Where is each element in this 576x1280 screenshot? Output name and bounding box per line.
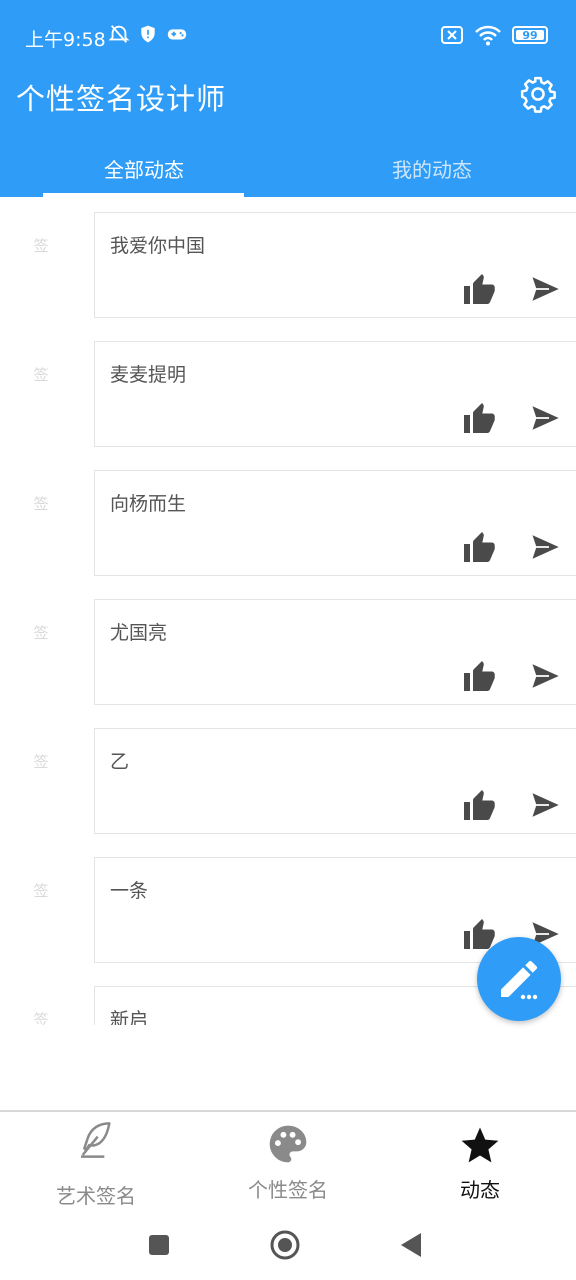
- status-bar: 上午9:58 99: [0, 0, 576, 72]
- tab-bar: 全部动态 我的动态: [0, 138, 576, 197]
- status-icons-left: [108, 23, 188, 45]
- sim-off-icon: [441, 26, 463, 44]
- palette-icon: [269, 1125, 307, 1163]
- feed-item[interactable]: 签 一条: [0, 842, 576, 963]
- send-icon[interactable]: [527, 658, 565, 694]
- recent-apps-icon[interactable]: [148, 1234, 170, 1256]
- nav-personal-signature[interactable]: 个性签名: [192, 1112, 384, 1212]
- avatar: 签: [33, 1011, 49, 1025]
- gear-icon: [520, 76, 556, 113]
- battery-icon: 99: [512, 26, 548, 44]
- wifi-icon: [475, 25, 501, 46]
- post-text: 乙: [110, 751, 130, 773]
- feed-list[interactable]: 签 我爱你中国 签 麦麦提明 签 向杨而生 签 尤国亮 签 乙 签 一条 签 新…: [0, 197, 576, 1025]
- post-text: 尤国亮: [110, 622, 168, 644]
- feed-item[interactable]: 签 乙: [0, 713, 576, 834]
- star-icon: [461, 1127, 499, 1163]
- avatar: 签: [33, 624, 49, 642]
- feed-item[interactable]: 签 我爱你中国: [0, 197, 576, 318]
- like-icon[interactable]: [461, 658, 497, 694]
- tab-my-posts-label: 我的动态: [392, 158, 472, 182]
- post-card[interactable]: 乙: [94, 728, 576, 834]
- app-title: 个性签名设计师: [16, 82, 227, 116]
- status-icons-right: 99: [440, 24, 548, 46]
- avatar: 签: [33, 366, 49, 384]
- feed-item[interactable]: 签 向杨而生: [0, 455, 576, 576]
- feed-item[interactable]: 签 麦麦提明: [0, 326, 576, 447]
- post-card[interactable]: 麦麦提明: [94, 341, 576, 447]
- tab-all-posts[interactable]: 全部动态: [0, 138, 288, 197]
- send-icon[interactable]: [527, 400, 565, 436]
- alarm-off-icon: [108, 25, 130, 43]
- app-header: 上午9:58 99 个性签名设计师 全部动态 我的动态: [0, 0, 576, 197]
- compose-button[interactable]: [477, 937, 561, 1021]
- nav-art-signature[interactable]: 艺术签名: [0, 1112, 192, 1212]
- tab-all-posts-label: 全部动态: [104, 158, 184, 182]
- feed-item[interactable]: 签 尤国亮: [0, 584, 576, 705]
- avatar: 签: [33, 495, 49, 513]
- post-text: 向杨而生: [110, 493, 187, 515]
- status-time: 上午9:58: [25, 29, 106, 51]
- like-icon[interactable]: [461, 400, 497, 436]
- post-text: 麦麦提明: [110, 364, 187, 386]
- bottom-nav: 艺术签名 个性签名 动态: [0, 1110, 576, 1210]
- avatar: 签: [33, 882, 49, 900]
- system-nav-bar: [0, 1210, 576, 1280]
- battery-level: 99: [522, 28, 538, 42]
- like-icon[interactable]: [461, 271, 497, 307]
- like-icon[interactable]: [461, 529, 497, 565]
- post-card[interactable]: 尤国亮: [94, 599, 576, 705]
- post-text: 新启: [110, 1009, 149, 1025]
- gamepad-icon: [167, 29, 187, 40]
- tab-my-posts[interactable]: 我的动态: [288, 138, 576, 197]
- back-icon[interactable]: [400, 1232, 422, 1258]
- nav-personal-signature-label: 个性签名: [248, 1178, 328, 1202]
- home-icon[interactable]: [270, 1230, 300, 1260]
- post-text: 我爱你中国: [110, 235, 206, 257]
- like-icon[interactable]: [461, 787, 497, 823]
- settings-button[interactable]: [516, 72, 560, 116]
- avatar: 签: [33, 237, 49, 255]
- nav-feed[interactable]: 动态: [384, 1112, 576, 1212]
- send-icon[interactable]: [527, 787, 565, 823]
- nav-feed-label: 动态: [460, 1178, 500, 1202]
- send-icon[interactable]: [527, 271, 565, 307]
- post-text: 一条: [110, 880, 149, 902]
- edit-icon: [501, 961, 538, 1000]
- post-card[interactable]: 我爱你中国: [94, 212, 576, 318]
- nav-art-signature-label: 艺术签名: [56, 1184, 136, 1208]
- feather-icon: [81, 1122, 111, 1158]
- shield-icon: [141, 25, 155, 43]
- avatar: 签: [33, 753, 49, 771]
- send-icon[interactable]: [527, 529, 565, 565]
- post-card[interactable]: 向杨而生: [94, 470, 576, 576]
